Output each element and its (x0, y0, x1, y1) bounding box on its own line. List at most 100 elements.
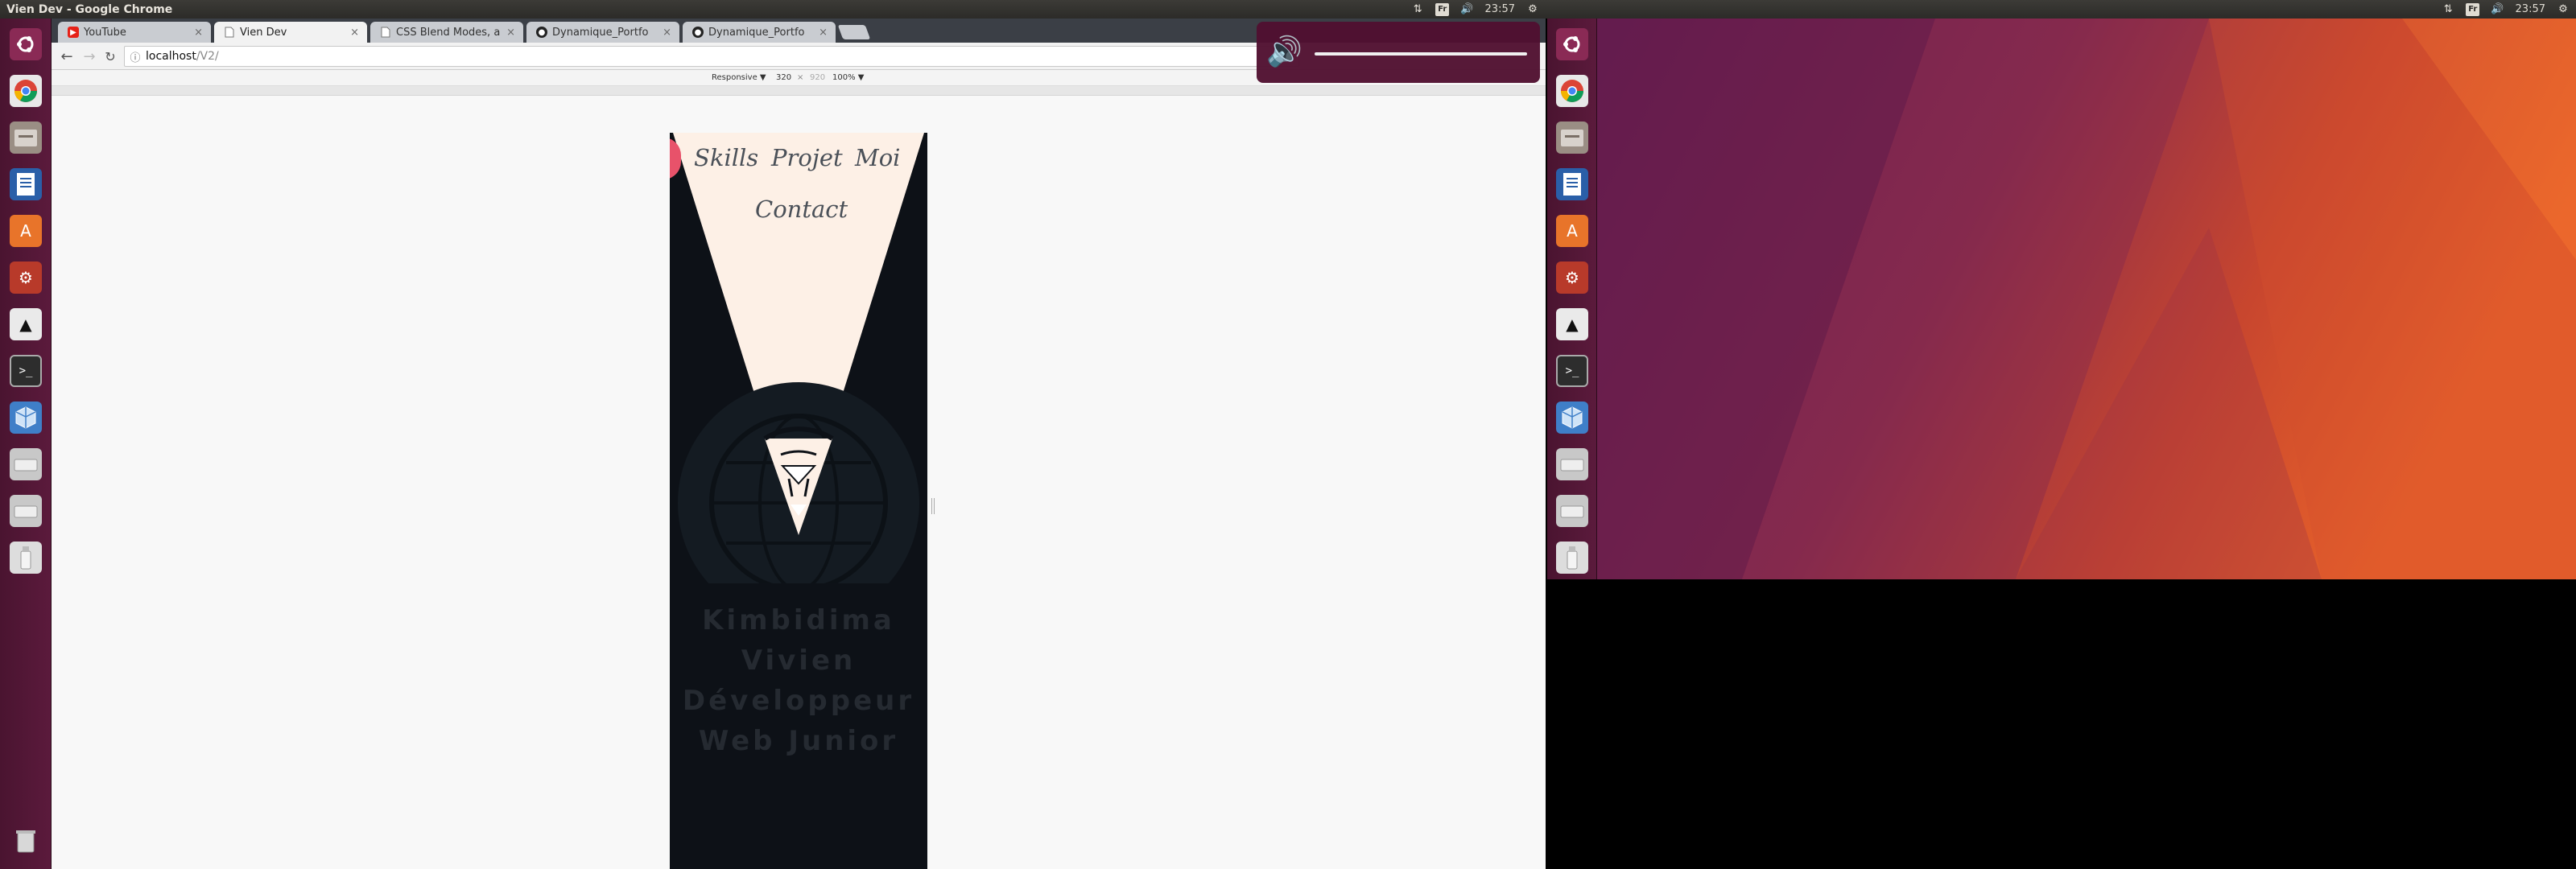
files-launcher-button[interactable] (1551, 117, 1593, 159)
viewport-area: Skills Projet Moi Contact Kimbidima Vivi… (52, 96, 1546, 869)
reload-icon[interactable]: ↻ (101, 47, 119, 65)
dimension-separator: × (797, 73, 804, 82)
ubuntu-dash-button[interactable] (5, 23, 47, 65)
writer-icon (10, 168, 42, 200)
forward-arrow-icon[interactable]: → (80, 47, 98, 65)
chrome-launcher-button[interactable] (5, 70, 47, 112)
address-path: /V2/ (196, 50, 219, 63)
launcher-right: A ⚙ ▲ >_ (1547, 19, 1597, 579)
drive-launcher-button-2[interactable] (5, 490, 47, 532)
terminal-launcher-button[interactable]: >_ (1551, 350, 1593, 392)
inkscape-launcher-button[interactable]: ▲ (1551, 303, 1593, 345)
drive-launcher-button[interactable] (5, 443, 47, 485)
keyboard-layout-indicator[interactable]: Fr (1435, 2, 1450, 16)
inkscape-icon: ▲ (1556, 308, 1588, 340)
virtualbox-launcher-button[interactable] (5, 397, 47, 439)
volume-notification: 🔊 (1257, 22, 1540, 83)
nav-link-skills[interactable]: Skills (694, 144, 758, 171)
software-center-launcher-button[interactable]: A (5, 210, 47, 252)
system-settings-icon: ⚙ (1556, 262, 1588, 294)
close-icon[interactable]: × (663, 27, 671, 39)
chrome-launcher-button[interactable] (1551, 70, 1593, 112)
terminal-launcher-button[interactable]: >_ (5, 350, 47, 392)
drive-icon (10, 495, 42, 527)
trash-icon (10, 825, 42, 857)
tab-css-blend-modes[interactable]: CSS Blend Modes, a × (370, 22, 523, 43)
nav-link-projet[interactable]: Projet (771, 144, 843, 171)
empty-screen-area (1546, 579, 2576, 869)
address-bar[interactable]: ⓘ localhost /V2/ (124, 46, 1299, 67)
hero-role: Développeur (682, 685, 915, 717)
writer-launcher-button[interactable] (1551, 163, 1593, 205)
zoom-select[interactable]: 100% ▼ (832, 73, 864, 82)
drive-launcher-button[interactable] (1551, 443, 1593, 485)
inkscape-launcher-button[interactable]: ▲ (5, 303, 47, 345)
chrome-icon (10, 75, 42, 107)
terminal-icon: >_ (1556, 355, 1588, 387)
ubuntu-dash-icon (10, 28, 42, 60)
viewport-width[interactable]: 320 (776, 73, 791, 82)
virtualbox-icon (1556, 402, 1588, 434)
clock[interactable]: 23:57 (1485, 3, 1515, 15)
software-center-launcher-button[interactable]: A (1551, 210, 1593, 252)
hero-role-level: Web Junior (698, 725, 899, 757)
files-launcher-button[interactable] (5, 117, 47, 159)
drive-launcher-button-2[interactable] (1551, 490, 1593, 532)
github-icon: ● (692, 27, 704, 38)
top-panel-left: Vien Dev - Google Chrome ⇅ Fr 🔊 23:57 ⚙ (0, 0, 1546, 19)
ubuntu-dash-icon (1556, 28, 1588, 60)
back-arrow-icon[interactable]: ← (58, 47, 76, 65)
usb-launcher-button[interactable] (5, 537, 47, 579)
close-icon[interactable]: × (819, 27, 828, 39)
keyboard-layout-indicator[interactable]: Fr (2466, 2, 2480, 16)
page-icon (224, 27, 235, 38)
files-icon (1556, 121, 1588, 154)
nav-link-contact[interactable]: Contact (755, 196, 848, 223)
network-icon[interactable]: ⇅ (2442, 3, 2454, 16)
drive-icon (1556, 495, 1588, 527)
ubuntu-dash-button[interactable] (1551, 23, 1593, 65)
clock[interactable]: 23:57 (2516, 3, 2545, 15)
chrome-icon (1556, 75, 1588, 107)
trash-launcher-button[interactable] (5, 820, 47, 862)
volume-level-bar (1315, 52, 1527, 56)
site-viewport: Skills Projet Moi Contact Kimbidima Vivi… (670, 133, 927, 869)
desktop-wallpaper (1597, 19, 2576, 579)
writer-icon (1556, 168, 1588, 200)
writer-launcher-button[interactable] (5, 163, 47, 205)
hero-name-last: Vivien (741, 645, 857, 677)
usb-icon (10, 542, 42, 574)
settings-launcher-button[interactable]: ⚙ (1551, 257, 1593, 299)
device-select[interactable]: Responsive ▼ (712, 73, 766, 82)
close-icon[interactable]: × (506, 27, 515, 39)
gear-icon[interactable]: ⚙ (2557, 3, 2570, 16)
viewport-resize-handle-side[interactable] (931, 498, 935, 514)
network-icon[interactable]: ⇅ (1411, 3, 1424, 16)
tab-vien-dev[interactable]: Vien Dev × (214, 22, 367, 43)
wallpaper-image (1597, 19, 2576, 579)
gear-icon[interactable]: ⚙ (1526, 3, 1539, 16)
close-icon[interactable]: × (194, 27, 203, 39)
github-icon: ● (536, 27, 547, 38)
page-icon (380, 27, 391, 38)
volume-icon[interactable]: 🔊 (1460, 3, 1473, 16)
new-tab-button[interactable] (837, 25, 871, 39)
media-query-ruler[interactable] (52, 86, 1546, 96)
indicators-right: ⇅ Fr 🔊 23:57 ⚙ (2442, 0, 2570, 19)
inkscape-icon: ▲ (10, 308, 42, 340)
tab-youtube[interactable]: ▶ YouTube × (58, 22, 211, 43)
hero-name-first: Kimbidima (702, 604, 895, 636)
drive-icon (1556, 448, 1588, 480)
volume-icon[interactable]: 🔊 (2491, 3, 2504, 16)
virtualbox-launcher-button[interactable] (1551, 397, 1593, 439)
settings-launcher-button[interactable]: ⚙ (5, 257, 47, 299)
nav-link-moi[interactable]: Moi (855, 144, 900, 171)
tab-dynamique-portfolio-2[interactable]: ● Dynamique_Portfo × (683, 22, 836, 43)
terminal-icon: >_ (10, 355, 42, 387)
close-icon[interactable]: × (350, 27, 359, 39)
tab-dynamique-portfolio-1[interactable]: ● Dynamique_Portfo × (526, 22, 679, 43)
address-host: localhost (146, 50, 196, 63)
info-icon[interactable]: ⓘ (125, 49, 146, 64)
viewport-height[interactable]: 920 (810, 73, 825, 82)
usb-launcher-button[interactable] (1551, 537, 1593, 579)
